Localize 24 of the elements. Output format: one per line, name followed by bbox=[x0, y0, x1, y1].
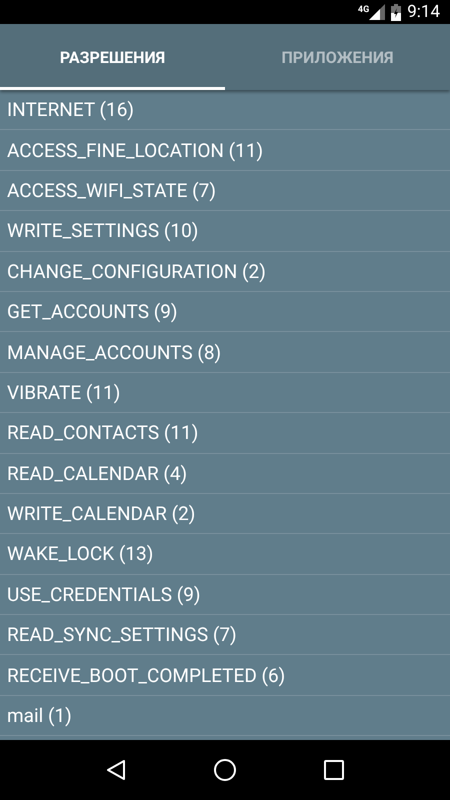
network-type: 4G bbox=[358, 5, 370, 15]
permission-item[interactable]: ACCESS_FINE_LOCATION (11) bbox=[0, 130, 450, 171]
permission-item[interactable]: WRITE_SETTINGS (10) bbox=[0, 211, 450, 252]
back-icon[interactable] bbox=[105, 759, 127, 781]
permission-item[interactable]: MANAGE_ACCOUNTS (8) bbox=[0, 332, 450, 373]
permission-item[interactable]: READ_CONTACTS (11) bbox=[0, 413, 450, 454]
tab[interactable]: ПРИЛОЖЕНИЯ bbox=[225, 24, 450, 90]
permission-item[interactable]: GET_ACCOUNTS (9) bbox=[0, 292, 450, 332]
permission-item[interactable]: INTERNET (16) bbox=[0, 90, 450, 130]
permission-item[interactable]: READ_SYNC_SETTINGS (7) bbox=[0, 615, 450, 656]
permission-item[interactable]: READ_CALENDAR (4) bbox=[0, 454, 450, 494]
permission-item[interactable]: WAKE_LOCK (13) bbox=[0, 534, 450, 575]
permission-item[interactable]: mail (1) bbox=[0, 696, 450, 736]
clock: 9:14 bbox=[407, 2, 440, 22]
home-icon[interactable] bbox=[213, 758, 237, 782]
battery-icon bbox=[391, 4, 402, 20]
permission-item[interactable]: RECEIVE_BOOT_COMPLETED (6) bbox=[0, 655, 450, 696]
signal-icon bbox=[369, 4, 386, 20]
permission-item[interactable]: CHANGE_CONFIGURATION (2) bbox=[0, 252, 450, 292]
recents-icon[interactable] bbox=[323, 759, 345, 781]
permission-item[interactable]: WRITE_CALENDAR (2) bbox=[0, 494, 450, 534]
permission-item[interactable]: ACCESS_WIFI_STATE (7) bbox=[0, 170, 450, 212]
permission-item[interactable]: USE_CREDENTIALS (9) bbox=[0, 574, 450, 616]
permission-item[interactable]: VIBRATE (11) bbox=[0, 372, 450, 414]
